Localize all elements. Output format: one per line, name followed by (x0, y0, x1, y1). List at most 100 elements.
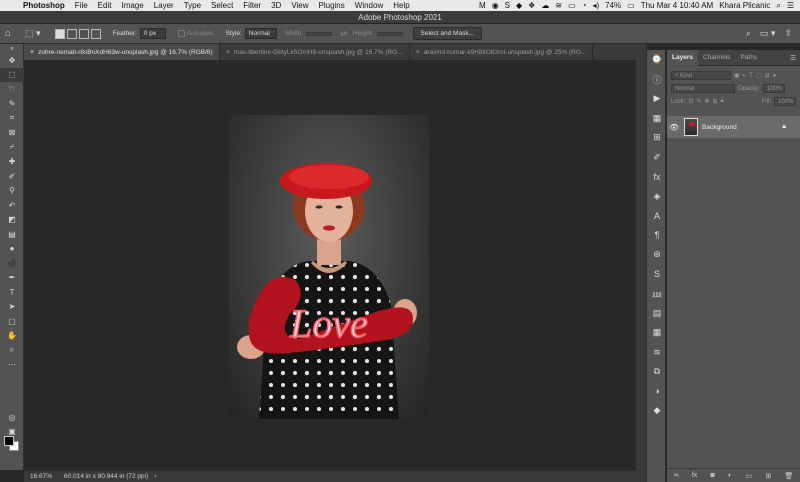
new-selection-icon[interactable] (54, 28, 65, 39)
wifi-icon[interactable]: ≋ (555, 1, 562, 10)
lock-all-icon[interactable]: 🔒︎ (720, 98, 723, 105)
path-selection-tool-icon[interactable]: ➤ (0, 300, 24, 315)
skype-icon[interactable]: S (505, 1, 510, 10)
properties-panel-icon[interactable]: ⊞ (647, 128, 667, 148)
shapes-panel-icon[interactable]: ◈ (647, 187, 667, 207)
kind-filter-select[interactable]: ⌕ Kind (671, 71, 731, 80)
shape-tool-icon[interactable]: ▢ (0, 314, 24, 329)
workspace-icon[interactable]: ▭ ▾ (760, 28, 776, 39)
select-and-mask-button[interactable]: Select and Mask... (412, 27, 483, 40)
visibility-eye-icon[interactable]: 👁︎ (667, 123, 681, 132)
opacity-field[interactable]: 100% (763, 84, 786, 93)
marquee-preset-icon[interactable]: ⬚ ▾ (25, 28, 41, 39)
navigator-panel-icon[interactable]: ⊛ (647, 245, 667, 265)
layer-comps-panel-icon[interactable]: ⧉ (647, 362, 667, 382)
info-panel-icon[interactable]: ⓘ (647, 70, 667, 90)
battery-percent[interactable]: 74% (605, 1, 621, 10)
type-tool-icon[interactable]: T (0, 285, 24, 300)
tab-layers[interactable]: Layers (667, 49, 698, 66)
filter-pixel-icon[interactable]: ▣ (734, 72, 740, 79)
libraries-panel-icon[interactable]: ▤ (647, 304, 667, 324)
dodge-tool-icon[interactable]: ⚫ (0, 256, 24, 271)
brush-tool-icon[interactable]: ✐ (0, 169, 24, 184)
canvas-area[interactable]: Love (24, 60, 636, 470)
link-layers-icon[interactable]: ∞ (674, 472, 679, 479)
filter-adjust-icon[interactable]: ◐ (743, 73, 747, 79)
menu-file[interactable]: File (70, 1, 93, 10)
history-panel-icon[interactable]: ⌚ (647, 50, 667, 70)
new-group-icon[interactable]: ▭ (745, 472, 752, 480)
droplet-icon[interactable]: ◆ (516, 1, 522, 10)
creative-cloud-icon[interactable]: ☁ (541, 1, 549, 10)
swap-icon[interactable]: ⇄ (340, 29, 347, 38)
search-icon[interactable]: ⌕ (746, 28, 751, 39)
menu-type[interactable]: Type (179, 1, 206, 10)
paragraph-panel-icon[interactable]: ¶ (647, 226, 667, 246)
volume-icon[interactable]: ◂) (592, 1, 599, 10)
clock-icon[interactable]: ◔ (582, 1, 587, 10)
dropbox-icon[interactable]: ❖ (528, 1, 535, 10)
lock-transparency-icon[interactable]: ⊡ (688, 98, 693, 105)
patterns-panel-icon[interactable]: ▦ (647, 323, 667, 343)
eraser-tool-icon[interactable]: ◩ (0, 213, 24, 228)
add-selection-icon[interactable] (66, 28, 77, 39)
status-arrow-icon[interactable]: › (154, 473, 156, 480)
filter-smart-icon[interactable]: ⊟ (765, 72, 770, 79)
search-icon[interactable]: ⌕ (776, 1, 780, 11)
color-panel-icon[interactable]: ◑ (647, 382, 667, 402)
menu-layer[interactable]: Layer (149, 1, 179, 10)
home-icon[interactable]: ⌂ (5, 28, 11, 39)
document-tab-2[interactable]: × max-libertine-GbtyLk5OmH8-unsplash.jpg… (220, 44, 410, 60)
menu-photoshop[interactable]: Photoshop (18, 1, 70, 10)
document-tab-1[interactable]: × zohre-nemati-r8sBnXdH63w-unsplash.jpg … (24, 44, 220, 60)
frame-tool-icon[interactable]: ⊠ (0, 126, 24, 141)
character-panel-icon[interactable]: A (647, 206, 667, 226)
healing-brush-tool-icon[interactable]: ✚ (0, 155, 24, 170)
layer-row-background[interactable]: 👁︎ Background 🔒︎ (667, 116, 800, 138)
user-name[interactable]: Khara Plicanic (719, 1, 770, 10)
panel-menu-icon[interactable]: ☰ (790, 54, 800, 62)
lasso-tool-icon[interactable]: ➰ (0, 82, 24, 97)
filter-toggle-icon[interactable]: ● (773, 73, 777, 79)
close-tab-icon[interactable]: × (30, 49, 34, 56)
tab-paths[interactable]: Paths (735, 50, 762, 66)
adjustments-panel-icon[interactable]: ▦ (647, 109, 667, 129)
blend-mode-select[interactable]: Normal (671, 84, 735, 93)
gradient-tool-icon[interactable]: ▤ (0, 227, 24, 242)
glyphs-panel-icon[interactable]: ⅏ (647, 284, 667, 304)
new-adjustment-icon[interactable]: ◐ (728, 472, 732, 479)
brush-panel-icon[interactable]: ✐ (647, 148, 667, 168)
record-icon[interactable]: ◉ (492, 1, 499, 10)
share-icon[interactable]: ⇪ (784, 28, 792, 39)
feather-field[interactable]: 0 px (139, 28, 166, 39)
pen-tool-icon[interactable]: ✒ (0, 271, 24, 286)
width-field[interactable] (306, 31, 333, 36)
document-image[interactable]: Love (229, 115, 429, 419)
menu-view[interactable]: View (286, 1, 313, 10)
subtract-selection-icon[interactable] (78, 28, 89, 39)
actions-panel-icon[interactable]: ▶ (647, 89, 667, 109)
control-center-icon[interactable]: ☰ (787, 1, 794, 10)
foreground-color-swatch[interactable] (4, 436, 14, 446)
menu-edit[interactable]: Edit (93, 1, 117, 10)
menu-help[interactable]: Help (388, 1, 414, 10)
menu-plugins[interactable]: Plugins (314, 1, 350, 10)
close-tab-icon[interactable]: × (416, 49, 420, 56)
height-field[interactable] (376, 31, 403, 36)
styles-panel-icon[interactable]: fx (647, 167, 667, 187)
gmail-icon[interactable]: M (479, 1, 486, 10)
lock-position-icon[interactable]: ✥ (704, 98, 709, 105)
battery-icon[interactable]: ▭ (627, 1, 635, 10)
menu-filter[interactable]: Filter (238, 1, 266, 10)
filter-type-icon[interactable]: T (749, 73, 753, 79)
layer-name[interactable]: Background (702, 124, 737, 131)
history-brush-tool-icon[interactable]: ↶ (0, 198, 24, 213)
close-tab-icon[interactable]: × (226, 49, 230, 56)
quick-select-tool-icon[interactable]: ✎ (0, 97, 24, 112)
eyedropper-tool-icon[interactable]: ⌿ (0, 140, 24, 155)
quick-mask-icon[interactable]: ◎ (0, 410, 24, 425)
add-mask-icon[interactable]: ◙ (711, 472, 715, 479)
blur-tool-icon[interactable]: ● (0, 242, 24, 257)
airplay-icon[interactable]: ▭ (568, 1, 576, 10)
menu-3d[interactable]: 3D (266, 1, 286, 10)
